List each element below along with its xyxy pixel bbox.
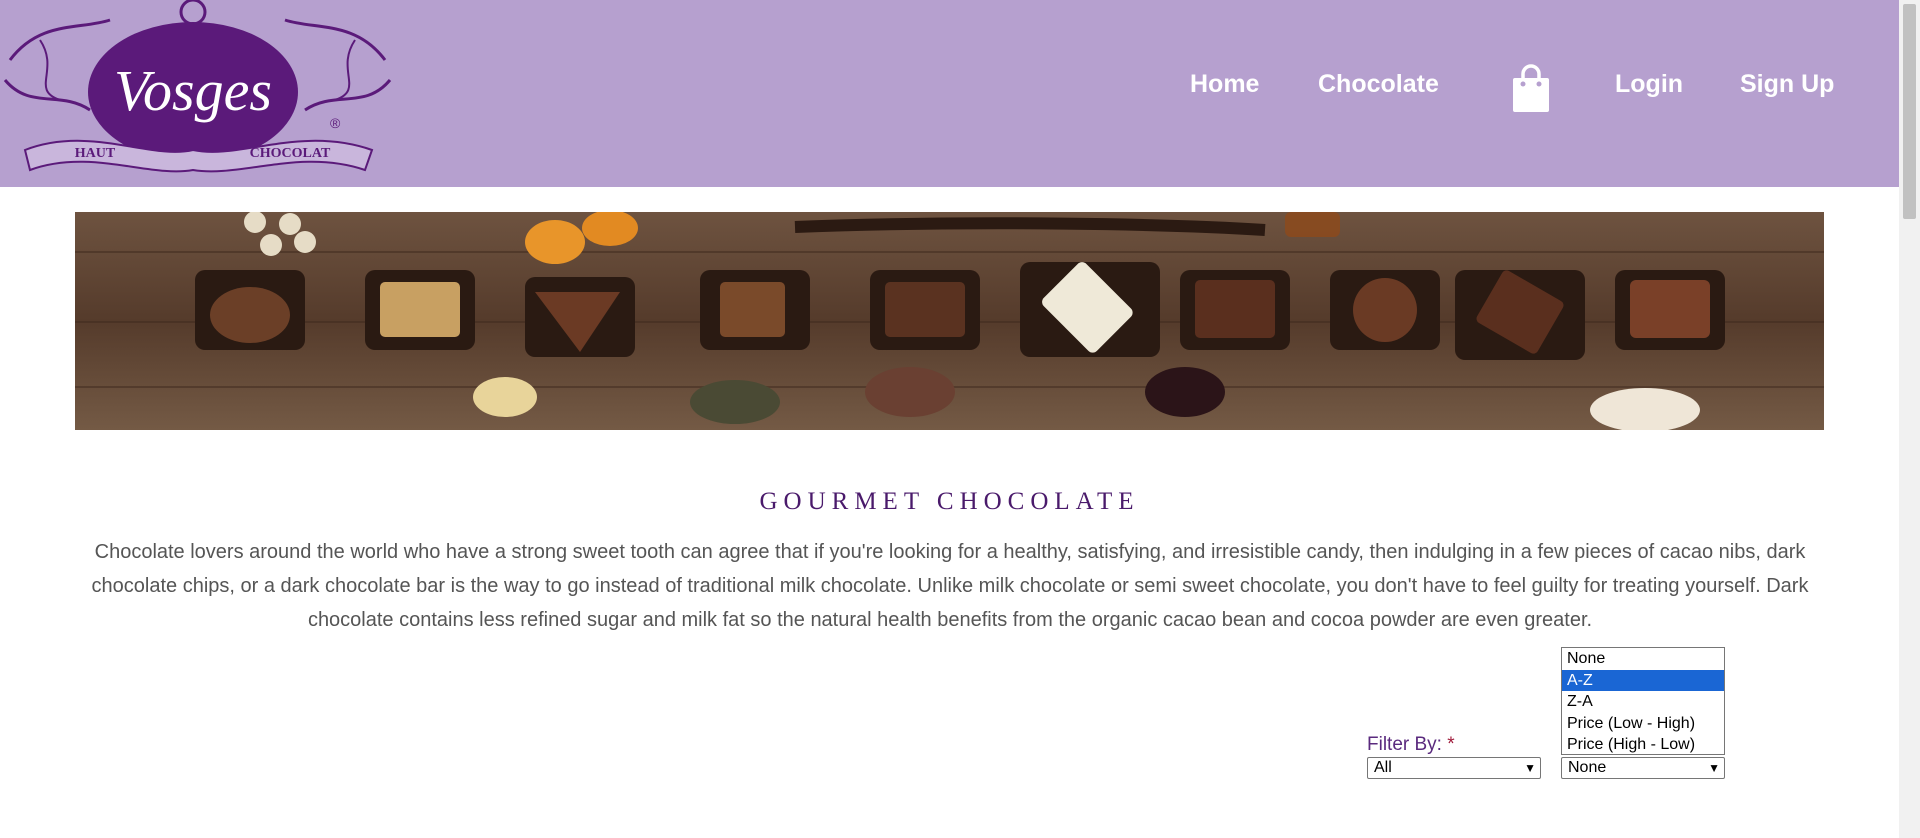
chevron-down-icon: ▼: [1708, 761, 1720, 775]
nav-signup-link[interactable]: Sign Up: [1740, 70, 1834, 99]
sort-option-none[interactable]: None: [1562, 648, 1724, 670]
sort-select-value: None: [1568, 759, 1607, 776]
logo-chocolat-text: CHOCOLAT: [250, 146, 331, 161]
filter-label-text: Filter By:: [1367, 734, 1442, 755]
logo-brand-text: Vosges: [114, 58, 272, 123]
sort-option-price-low-high[interactable]: Price (Low - High): [1562, 713, 1724, 735]
scrollbar-thumb[interactable]: [1903, 4, 1916, 219]
page-title: GOURMET CHOCOLATE: [759, 488, 1140, 515]
filter-label: Filter By: *: [1367, 734, 1455, 756]
registered-mark: ®: [330, 115, 341, 131]
category-select-value: All: [1374, 759, 1392, 776]
required-mark: *: [1447, 734, 1455, 755]
chocolate-banner-image: [75, 212, 1824, 430]
category-select[interactable]: All ▼: [1367, 757, 1541, 779]
nav-login-link[interactable]: Login: [1615, 70, 1683, 99]
page-description: Chocolate lovers around the world who ha…: [91, 541, 1809, 631]
site-header: Vosges HAUT CHOCOLAT ® Home Chocolate Lo…: [0, 0, 1899, 187]
sort-option-a-z[interactable]: A-Z: [1562, 669, 1724, 691]
truffle-row: [195, 262, 1725, 360]
shopping-bag-icon[interactable]: [1511, 64, 1551, 114]
vosges-logo[interactable]: Vosges HAUT CHOCOLAT ®: [0, 0, 395, 187]
chevron-down-icon: ▼: [1524, 761, 1536, 775]
nav-chocolate-link[interactable]: Chocolate: [1318, 70, 1439, 99]
nav-home-link[interactable]: Home: [1190, 70, 1259, 99]
logo-haut-text: HAUT: [75, 146, 116, 161]
page-scrollbar[interactable]: [1899, 0, 1920, 838]
sort-options-list: None A-Z Z-A Price (Low - High) Price (H…: [1561, 647, 1725, 755]
sort-select[interactable]: None ▼: [1561, 757, 1725, 779]
sort-option-z-a[interactable]: Z-A: [1562, 691, 1724, 713]
sort-option-price-high-low[interactable]: Price (High - Low): [1562, 734, 1724, 756]
